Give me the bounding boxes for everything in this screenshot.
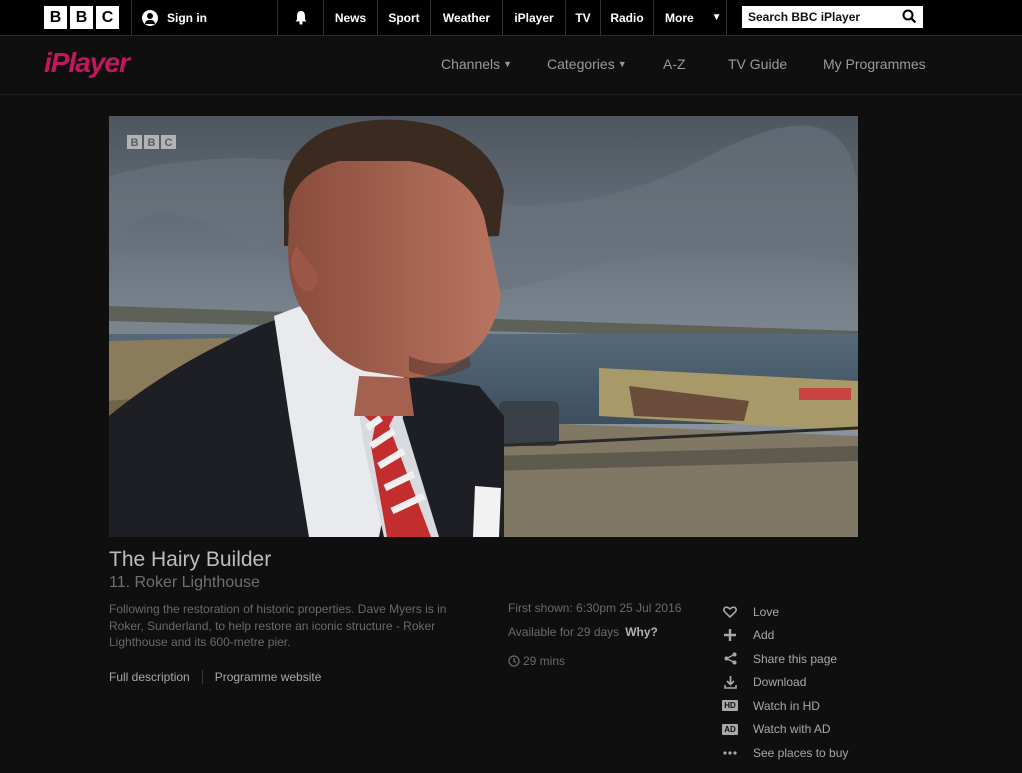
bbc-logo-letter: B — [70, 6, 93, 29]
plus-icon — [720, 627, 740, 643]
bbc-logo[interactable]: B B C — [44, 6, 119, 29]
heart-icon — [720, 604, 740, 620]
nav-sport[interactable]: Sport — [378, 0, 431, 35]
az-link[interactable]: A-Z — [663, 56, 686, 72]
programme-links: Full description Programme website — [109, 670, 321, 684]
availability: Available for 29 days Why? — [508, 625, 681, 649]
iplayer-logo[interactable]: iPlayer — [44, 47, 130, 79]
search-box — [742, 6, 923, 28]
why-link[interactable]: Why? — [625, 625, 658, 639]
video-player[interactable]: B B C — [109, 116, 858, 537]
watch-ad-label: Watch with AD — [753, 722, 831, 737]
tv-guide-link[interactable]: TV Guide — [728, 56, 787, 72]
share-button[interactable]: Share this page — [720, 647, 848, 671]
full-description-link[interactable]: Full description — [109, 670, 203, 684]
clock-icon — [508, 655, 520, 667]
nav-iplayer[interactable]: iPlayer — [503, 0, 566, 35]
bbc-logo-letter: B — [44, 6, 67, 29]
nav-sport-label: Sport — [388, 10, 420, 25]
bbc-watermark: B B C — [127, 135, 176, 149]
ad-badge: AD — [722, 723, 738, 735]
search-icon[interactable] — [902, 9, 917, 24]
nav-tv[interactable]: TV — [566, 0, 601, 35]
sign-in-button[interactable]: Sign in — [131, 0, 278, 35]
nav-more[interactable]: More ▼ — [654, 0, 727, 35]
chevron-down-icon: ▼ — [617, 59, 627, 69]
download-icon — [720, 674, 740, 690]
programme-meta: First shown: 6:30pm 25 Jul 2016 Availabl… — [508, 601, 681, 673]
nav-more-label: More — [665, 10, 694, 25]
channels-menu[interactable]: Channels ▼ — [441, 56, 512, 72]
nav-weather[interactable]: Weather — [431, 0, 503, 35]
svg-text:B: B — [148, 137, 156, 149]
hd-badge: HD — [722, 700, 738, 712]
svg-text:C: C — [165, 137, 173, 149]
sign-in-label: Sign in — [167, 10, 207, 25]
programme-actions: Love Add Share this page Download HD Wat… — [720, 600, 848, 765]
bbc-global-bar: B B C Sign in News Sport Weather iPlayer… — [0, 0, 1022, 36]
channels-label: Channels — [441, 56, 501, 72]
ad-icon: AD — [720, 721, 740, 737]
nav-iplayer-label: iPlayer — [514, 10, 554, 25]
watch-hd-label: Watch in HD — [753, 698, 820, 713]
nav-tv-label: TV — [575, 10, 591, 25]
duration-text: 29 mins — [523, 654, 566, 668]
my-programmes-link[interactable]: My Programmes — [823, 56, 926, 72]
chevron-down-icon: ▼ — [503, 59, 513, 69]
more-dots-icon — [720, 745, 740, 761]
nav-weather-label: Weather — [442, 10, 491, 25]
programme-description: Following the restoration of historic pr… — [109, 602, 447, 649]
bbc-logo-letter: C — [96, 6, 119, 29]
chevron-down-icon: ▼ — [711, 12, 722, 23]
categories-menu[interactable]: Categories ▼ — [547, 56, 627, 72]
download-button[interactable]: Download — [720, 671, 848, 695]
love-label: Love — [753, 604, 780, 619]
add-button[interactable]: Add — [720, 624, 848, 648]
user-icon — [142, 9, 158, 26]
watch-ad-button[interactable]: AD Watch with AD — [720, 718, 848, 742]
search-input[interactable] — [742, 7, 898, 27]
love-button[interactable]: Love — [720, 600, 848, 624]
iplayer-header: iPlayer Channels ▼ Categories ▼ A-Z TV Gui… — [0, 36, 1022, 95]
episode-title: 11. Roker Lighthouse — [109, 574, 260, 591]
places-to-buy-button[interactable]: See places to buy — [720, 741, 848, 765]
video-frame: B B C — [109, 116, 858, 537]
duration: 29 mins — [508, 649, 681, 673]
svg-text:B: B — [131, 137, 139, 149]
categories-label: Categories — [547, 56, 615, 72]
hd-icon: HD — [720, 698, 740, 714]
add-label: Add — [753, 628, 775, 643]
bell-icon — [295, 11, 306, 25]
availability-text: Available for 29 days — [508, 625, 620, 639]
nav-radio-label: Radio — [610, 10, 644, 25]
nav-radio[interactable]: Radio — [601, 0, 654, 35]
first-shown: First shown: 6:30pm 25 Jul 2016 — [508, 601, 682, 615]
download-label: Download — [753, 675, 807, 690]
places-to-buy-label: See places to buy — [753, 745, 849, 760]
notifications-button[interactable] — [278, 0, 324, 35]
share-label: Share this page — [753, 651, 838, 666]
nav-news-label: News — [334, 10, 367, 25]
nav-news[interactable]: News — [324, 0, 378, 35]
programme-website-link[interactable]: Programme website — [203, 670, 322, 684]
programme-title: The Hairy Builder — [109, 548, 272, 571]
global-nav: News Sport Weather iPlayer TV Radio More… — [324, 0, 727, 35]
share-icon — [720, 651, 740, 667]
watch-hd-button[interactable]: HD Watch in HD — [720, 694, 848, 718]
